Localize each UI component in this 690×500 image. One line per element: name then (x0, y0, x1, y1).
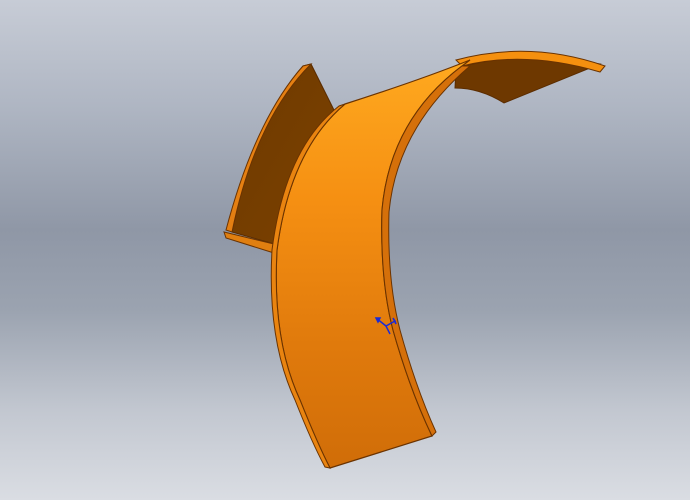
graphics-viewport[interactable] (0, 0, 690, 500)
3d-model-view[interactable] (0, 0, 690, 500)
